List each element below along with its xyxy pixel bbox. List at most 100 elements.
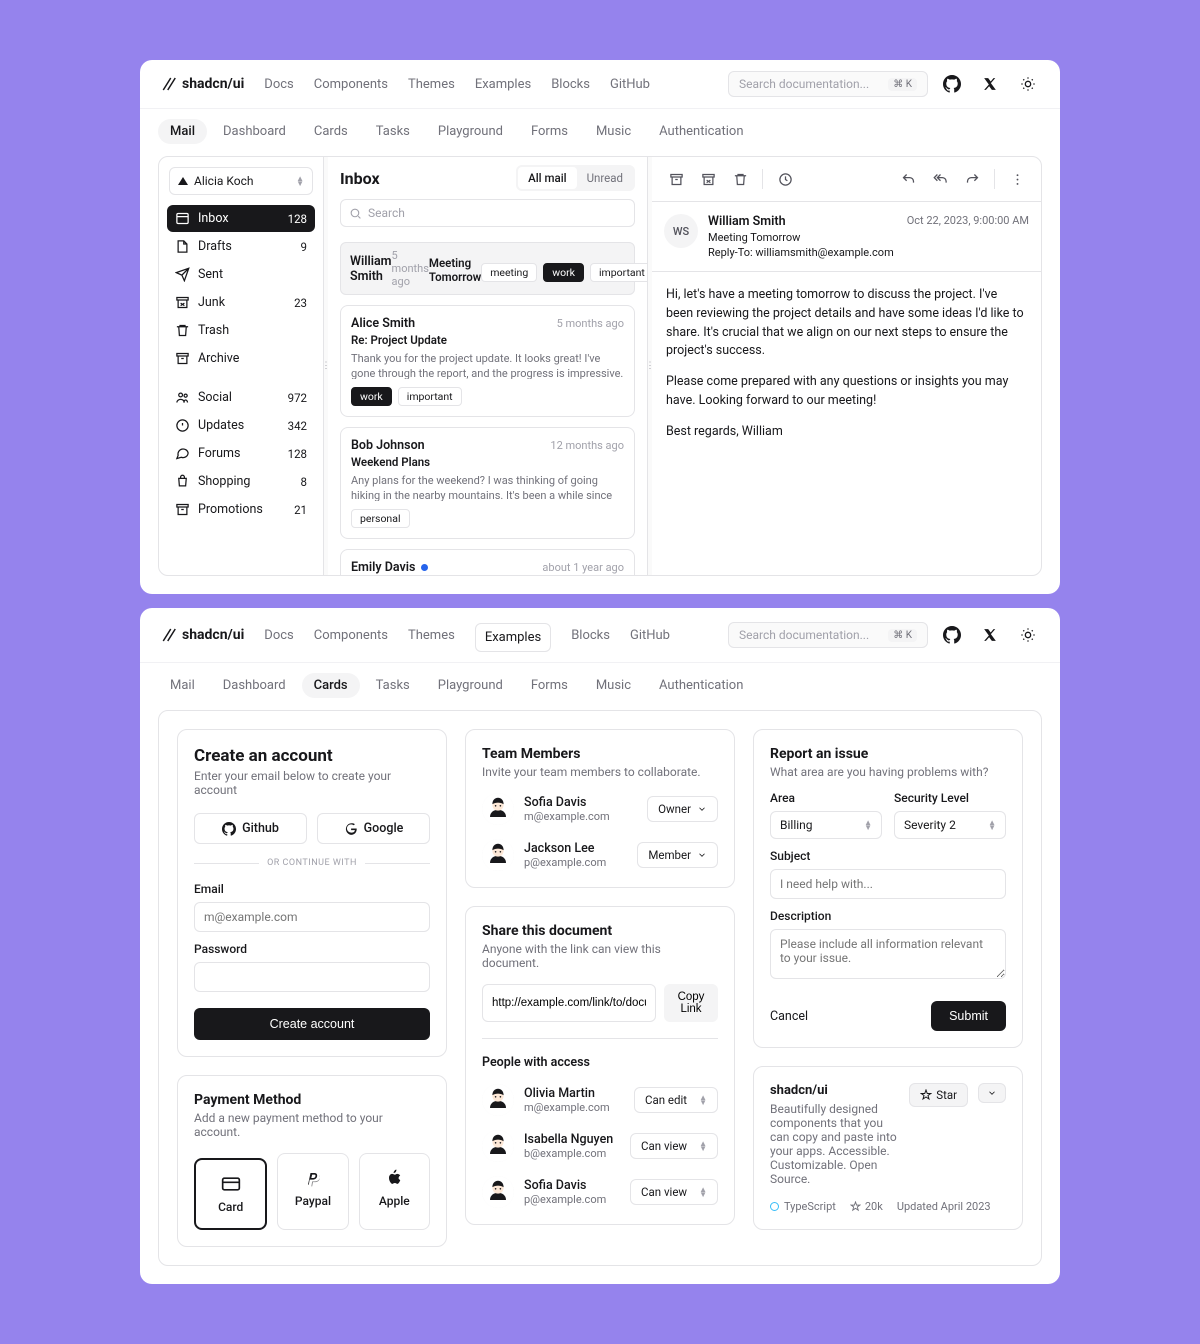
forums-icon bbox=[175, 446, 190, 461]
tab-forms[interactable]: Forms bbox=[519, 119, 580, 144]
cancel-button[interactable]: Cancel bbox=[770, 1002, 808, 1031]
folder-social[interactable]: Social972 bbox=[167, 384, 315, 411]
tab-playground[interactable]: Playground bbox=[426, 119, 515, 144]
account-desc: Enter your email below to create your ac… bbox=[194, 769, 430, 797]
seg-all[interactable]: All mail bbox=[518, 167, 576, 189]
nav-examples[interactable]: Examples bbox=[475, 77, 531, 92]
mail-item[interactable]: William Smith5 months agoMeeting Tomorro… bbox=[340, 242, 635, 295]
description-field[interactable] bbox=[770, 929, 1006, 979]
more-icon[interactable] bbox=[1003, 165, 1031, 193]
nav-blocks[interactable]: Blocks bbox=[551, 77, 590, 92]
folder-drafts[interactable]: Drafts9 bbox=[167, 233, 315, 260]
nav-themes[interactable]: Themes bbox=[408, 77, 455, 92]
tab-cards[interactable]: Cards bbox=[302, 673, 360, 698]
tab-cards[interactable]: Cards bbox=[302, 119, 360, 144]
search-input[interactable]: Search documentation... ⌘ K bbox=[728, 71, 928, 97]
folder-inbox[interactable]: Inbox128 bbox=[167, 205, 315, 232]
mail-search[interactable]: Search bbox=[340, 199, 635, 227]
password-field[interactable] bbox=[194, 962, 430, 992]
archive-icon[interactable] bbox=[662, 165, 690, 193]
tab-authentication[interactable]: Authentication bbox=[647, 673, 755, 698]
folder-trash[interactable]: Trash bbox=[167, 317, 315, 344]
tab-mail[interactable]: Mail bbox=[158, 673, 207, 698]
payopt-card[interactable]: Card bbox=[194, 1158, 267, 1230]
folder-shopping[interactable]: Shopping8 bbox=[167, 468, 315, 495]
seg-unread[interactable]: Unread bbox=[577, 167, 633, 189]
clock-icon[interactable] bbox=[771, 165, 799, 193]
tab-forms[interactable]: Forms bbox=[519, 673, 580, 698]
nav-components[interactable]: Components bbox=[314, 628, 388, 643]
github-button[interactable]: Github bbox=[194, 813, 307, 844]
nav-blocks[interactable]: Blocks bbox=[571, 628, 610, 643]
account-switcher[interactable]: Alicia Koch ▲▼ bbox=[169, 167, 313, 195]
level-select[interactable]: Severity 2▲▼ bbox=[894, 811, 1006, 839]
mail-item[interactable]: Bob Johnson12 months agoWeekend PlansAny… bbox=[340, 427, 635, 539]
folder-forums[interactable]: Forums128 bbox=[167, 440, 315, 467]
permission-select[interactable]: Can view▲▼ bbox=[630, 1133, 718, 1159]
area-select[interactable]: Billing▲▼ bbox=[770, 811, 882, 839]
folder-junk[interactable]: Junk23 bbox=[167, 289, 315, 316]
nav-docs[interactable]: Docs bbox=[264, 77, 293, 92]
person-email: m@example.com bbox=[524, 1101, 624, 1114]
avatar bbox=[482, 793, 514, 825]
subject-field[interactable] bbox=[770, 869, 1006, 899]
x-icon[interactable] bbox=[976, 621, 1004, 649]
folder-promotions[interactable]: Promotions21 bbox=[167, 496, 315, 523]
role-select[interactable]: Owner bbox=[647, 796, 718, 822]
tab-music[interactable]: Music bbox=[584, 119, 643, 144]
tab-tasks[interactable]: Tasks bbox=[364, 119, 422, 144]
nav-components[interactable]: Components bbox=[314, 77, 388, 92]
mail-from: William Smith bbox=[350, 254, 392, 284]
theme-icon[interactable] bbox=[1014, 70, 1042, 98]
updates-icon bbox=[175, 418, 190, 433]
search-input[interactable]: Search documentation... ⌘ K bbox=[728, 622, 928, 648]
forward-icon[interactable] bbox=[958, 165, 986, 193]
github-icon[interactable] bbox=[938, 70, 966, 98]
copy-link-button[interactable]: Copy Link bbox=[664, 984, 718, 1022]
folder-sent[interactable]: Sent bbox=[167, 261, 315, 288]
archive-x-icon[interactable] bbox=[694, 165, 722, 193]
nav-docs[interactable]: Docs bbox=[264, 628, 293, 643]
google-button[interactable]: Google bbox=[317, 813, 430, 844]
tab-dashboard[interactable]: Dashboard bbox=[211, 119, 298, 144]
tab-mail[interactable]: Mail bbox=[158, 119, 207, 144]
mail-item[interactable]: Alice Smith5 months agoRe: Project Updat… bbox=[340, 305, 635, 417]
x-icon[interactable] bbox=[976, 70, 1004, 98]
permission-select[interactable]: Can view▲▼ bbox=[630, 1179, 718, 1205]
github-icon[interactable] bbox=[938, 621, 966, 649]
nav-github[interactable]: GitHub bbox=[610, 77, 650, 92]
mail-item[interactable]: Emily Davisabout 1 year agoRe: Question … bbox=[340, 549, 635, 575]
nav-examples[interactable]: Examples bbox=[475, 623, 551, 652]
star-button[interactable]: Star bbox=[909, 1083, 968, 1107]
share-link-input[interactable] bbox=[482, 984, 656, 1022]
theme-icon[interactable] bbox=[1014, 621, 1042, 649]
role-select[interactable]: Member bbox=[637, 842, 718, 868]
submit-button[interactable]: Submit bbox=[931, 1001, 1006, 1031]
payment-title: Payment Method bbox=[194, 1092, 430, 1108]
nav-github[interactable]: GitHub bbox=[630, 628, 670, 643]
tab-tasks[interactable]: Tasks bbox=[364, 673, 422, 698]
folder-label: Forums bbox=[198, 446, 240, 461]
folder-updates[interactable]: Updates342 bbox=[167, 412, 315, 439]
team-member: Jackson Leep@example.comMember bbox=[482, 839, 718, 871]
nav-themes[interactable]: Themes bbox=[408, 628, 455, 643]
payopt-apple[interactable]: Apple bbox=[359, 1153, 430, 1230]
folder-count: 972 bbox=[288, 391, 307, 405]
tab-playground[interactable]: Playground bbox=[426, 673, 515, 698]
brand-logo[interactable]: shadcn/ui bbox=[158, 626, 244, 644]
tab-authentication[interactable]: Authentication bbox=[647, 119, 755, 144]
email-field[interactable] bbox=[194, 902, 430, 932]
brand-logo[interactable]: shadcn/ui bbox=[158, 75, 244, 93]
reply-icon[interactable] bbox=[894, 165, 922, 193]
create-account-button[interactable]: Create account bbox=[194, 1008, 430, 1040]
star-dropdown[interactable] bbox=[978, 1083, 1006, 1103]
tab-dashboard[interactable]: Dashboard bbox=[211, 673, 298, 698]
tab-music[interactable]: Music bbox=[584, 673, 643, 698]
reply-all-icon[interactable] bbox=[926, 165, 954, 193]
mail-subject: Meeting Tomorrow bbox=[429, 256, 481, 284]
folder-archive[interactable]: Archive bbox=[167, 345, 315, 372]
mail-filter-segment[interactable]: All mail Unread bbox=[516, 165, 635, 191]
payopt-paypal[interactable]: Paypal bbox=[277, 1153, 348, 1230]
permission-select[interactable]: Can edit▲▼ bbox=[634, 1087, 718, 1113]
trash-icon[interactable] bbox=[726, 165, 754, 193]
